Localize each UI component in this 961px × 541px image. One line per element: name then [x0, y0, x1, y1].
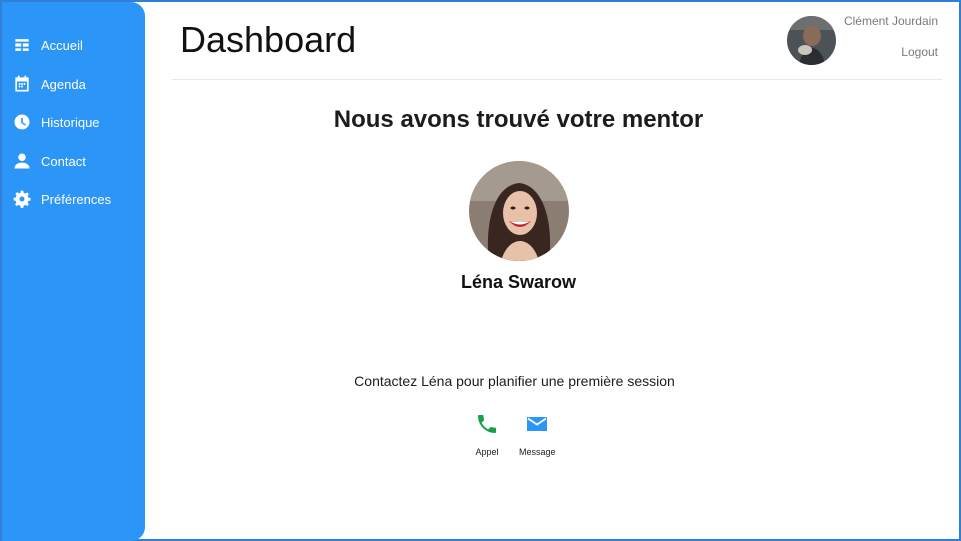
page-title: Dashboard: [180, 19, 357, 60]
sidebar-item-label: Préférences: [41, 191, 112, 207]
sidebar-item-label: Contact: [41, 153, 86, 169]
sidebar-item-contact[interactable]: Contact: [12, 149, 86, 173]
main-heading: Nous avons trouvé votre mentor: [333, 106, 704, 133]
mentor-name: Léna Swarow: [460, 272, 577, 292]
sidebar-item-label: Agenda: [41, 76, 86, 92]
logout-link[interactable]: Logout: [901, 45, 938, 59]
calendar-icon: [12, 74, 32, 94]
contact-instructions: Contactez Léna pour planifier une premiè…: [354, 373, 675, 389]
mentor-avatar: [469, 161, 569, 261]
header-divider: [172, 79, 942, 80]
message-button[interactable]: Message: [519, 412, 556, 457]
sidebar-item-historique[interactable]: Historique: [12, 110, 100, 134]
sidebar-item-agenda[interactable]: Agenda: [12, 72, 86, 96]
user-name: Clément Jourdain: [843, 14, 938, 28]
person-icon: [12, 151, 32, 171]
app-window: Accueil Agenda Historique Contact Préfér…: [0, 0, 961, 541]
gear-icon: [12, 189, 32, 209]
clock-icon: [12, 112, 32, 132]
call-button[interactable]: Appel: [475, 412, 499, 457]
sidebar-item-label: Accueil: [41, 37, 83, 53]
avatar[interactable]: [787, 16, 836, 65]
sidebar-item-accueil[interactable]: Accueil: [12, 33, 83, 57]
message-label: Message: [519, 447, 556, 457]
phone-icon: [475, 412, 499, 441]
mail-icon: [525, 412, 549, 441]
sidebar-item-label: Historique: [41, 114, 100, 130]
sidebar-item-preferences[interactable]: Préférences: [12, 187, 111, 211]
call-label: Appel: [475, 447, 499, 457]
dashboard-icon: [12, 35, 32, 55]
sidebar: Accueil Agenda Historique Contact Préfér…: [2, 2, 145, 541]
